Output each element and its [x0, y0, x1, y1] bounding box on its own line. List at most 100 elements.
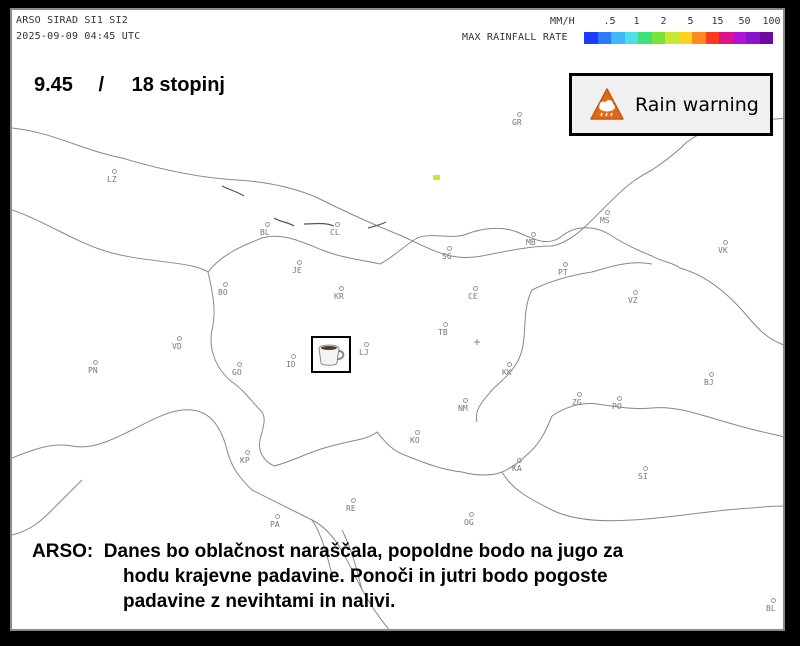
legend-title: MAX RAINFALL RATE	[462, 32, 568, 43]
rain-warning-badge[interactable]: Rain warning	[569, 73, 773, 136]
station-label: KP	[240, 456, 250, 465]
station-label: ZG	[572, 398, 582, 407]
forecast-line-3: padavine z nevihtami in nalivi.	[123, 591, 396, 612]
legend-ticks: .5 1 2 5 15 50 100	[596, 16, 783, 27]
station-marker	[275, 514, 280, 519]
forecast-prefix: ARSO:	[32, 541, 94, 562]
legend-color-bar	[584, 32, 773, 44]
legend-swatch	[678, 32, 692, 44]
forecast-line-2: hodu krajevne padavine. Ponoči in jutri …	[123, 566, 608, 587]
rain-warning-label: Rain warning	[635, 93, 759, 116]
legend-swatch	[624, 32, 638, 44]
legend-swatch	[611, 32, 625, 44]
station-marker	[643, 466, 648, 471]
legend-swatch	[705, 32, 719, 44]
station-label: KO	[410, 436, 420, 445]
station-label: SG	[442, 252, 452, 261]
station-label: RE	[346, 504, 356, 513]
station-label: KR	[334, 292, 344, 301]
station-label: LJ	[359, 348, 369, 357]
station-label: KK	[502, 368, 512, 377]
station-marker	[245, 450, 250, 455]
station-marker	[709, 372, 714, 377]
station-marker	[633, 290, 638, 295]
station-label: LZ	[107, 175, 117, 184]
station-label: PN	[88, 366, 98, 375]
coffee-cup-icon	[311, 336, 351, 373]
radar-timestamp: 2025-09-09 04:45 UTC	[16, 31, 141, 42]
station-label: GO	[232, 368, 242, 377]
station-marker	[577, 392, 582, 397]
station-marker	[507, 362, 512, 367]
station-label: PA	[270, 520, 280, 529]
station-label: MS	[600, 216, 610, 225]
station-label: PO	[612, 402, 622, 411]
station-marker	[237, 362, 242, 367]
station-label: ID	[286, 360, 296, 369]
legend-swatch	[597, 32, 611, 44]
station-marker	[291, 354, 296, 359]
overlay-time: 9.45	[34, 74, 73, 96]
legend-swatch	[638, 32, 652, 44]
legend-swatch	[651, 32, 665, 44]
overlay-temperature: 18 stopinj	[131, 74, 225, 96]
station-marker	[223, 282, 228, 287]
forecast-text: ARSO: Danes bo oblačnost naraščala, popo…	[32, 539, 783, 614]
station-marker	[531, 232, 536, 237]
station-label: BJ	[704, 378, 714, 387]
station-label: JE	[292, 266, 302, 275]
station-marker	[469, 512, 474, 517]
legend-tick-label: .5	[603, 16, 616, 27]
station-marker	[265, 222, 270, 227]
legend-tick-label: 50	[738, 16, 751, 27]
station-marker	[517, 458, 522, 463]
station-label: MB	[526, 238, 536, 247]
time-temperature-overlay: 9.45 / 18 stopinj	[34, 74, 231, 97]
station-label: BO	[218, 288, 228, 297]
station-marker	[351, 498, 356, 503]
station-label: CL	[330, 228, 340, 237]
station-label: KA	[512, 464, 522, 473]
station-marker	[447, 246, 452, 251]
station-label: OG	[464, 518, 474, 527]
station-marker	[93, 360, 98, 365]
station-marker	[415, 430, 420, 435]
station-label: VD	[172, 342, 182, 351]
station-label: NM	[458, 404, 468, 413]
radar-map: LZ GR MS BL CL MB SG JE PT VK BO KR CE VZ TB VD LJ PN GO ID…	[10, 8, 785, 631]
legend-tick-label: 5	[687, 16, 694, 27]
station-marker	[473, 286, 478, 291]
legend-unit: MM/H	[550, 16, 575, 27]
station-label: BL	[260, 228, 270, 237]
radar-window: LZ GR MS BL CL MB SG JE PT VK BO KR CE VZ TB VD LJ PN GO ID…	[0, 0, 800, 646]
legend-swatch	[719, 32, 733, 44]
radar-title: ARSO SIRAD SI1 SI2	[16, 15, 128, 26]
station-label: CE	[468, 292, 478, 301]
station-label: VZ	[628, 296, 638, 305]
legend-tick-label: 100	[762, 16, 781, 27]
legend-swatch	[584, 32, 598, 44]
station-marker	[177, 336, 182, 341]
rain-warning-icon	[590, 87, 624, 120]
station-label: VK	[718, 246, 728, 255]
station-marker	[335, 222, 340, 227]
station-marker	[339, 286, 344, 291]
station-marker	[112, 169, 117, 174]
legend-swatch	[692, 32, 706, 44]
station-marker	[443, 322, 448, 327]
station-marker	[364, 342, 369, 347]
legend-tick-label: 15	[711, 16, 724, 27]
station-label: PT	[558, 268, 568, 277]
legend-swatch	[759, 32, 773, 44]
station-marker	[297, 260, 302, 265]
station-marker	[617, 396, 622, 401]
legend-tick-label: 1	[633, 16, 640, 27]
legend-swatch	[746, 32, 760, 44]
station-marker	[723, 240, 728, 245]
station-marker	[605, 210, 610, 215]
station-label: GR	[512, 118, 522, 127]
station-label: TB	[438, 328, 448, 337]
overlay-separator: /	[98, 74, 105, 96]
station-label: SI	[638, 472, 648, 481]
legend-swatch	[732, 32, 746, 44]
